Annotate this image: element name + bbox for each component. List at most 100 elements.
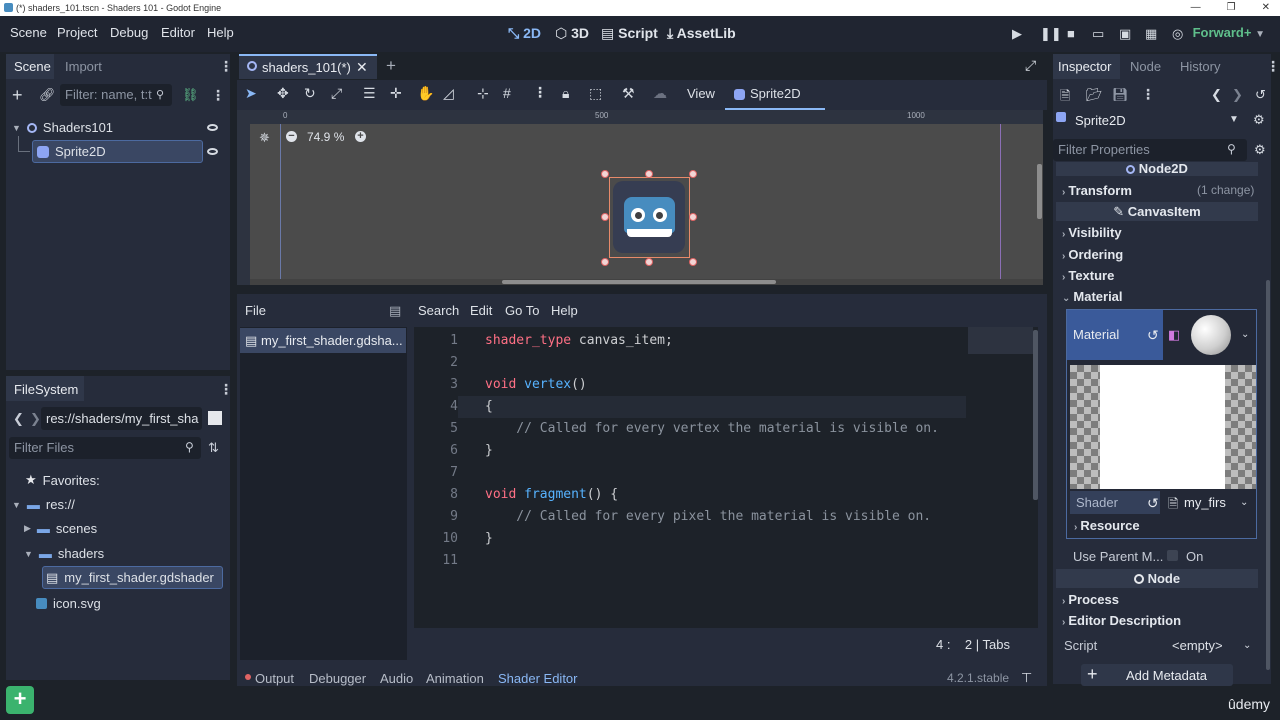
v-scrollbar-handle[interactable] xyxy=(1037,164,1042,219)
panel-splitter[interactable] xyxy=(237,289,1047,292)
tab-output[interactable]: Output xyxy=(255,671,294,686)
pivot-tool-icon[interactable]: ✛ xyxy=(390,85,402,102)
workspace-3d-button[interactable]: ⬡ 3D xyxy=(555,25,589,42)
particles-icon[interactable]: ☁ xyxy=(653,85,667,102)
close-window-button[interactable]: ✕ xyxy=(1262,0,1270,16)
folder-shaders[interactable]: ▼ ▬ shaders xyxy=(24,546,104,561)
file-my-first-shader[interactable]: ▤ my_first_shader.gdshader xyxy=(42,566,223,589)
goto-menu[interactable]: Go To xyxy=(505,303,539,318)
snap-options-icon[interactable]: ⋮ xyxy=(533,84,547,101)
code-line[interactable]: 7 xyxy=(414,462,969,484)
chevron-down-icon[interactable]: ▼ xyxy=(1229,114,1239,125)
center-view-icon[interactable]: ✵ xyxy=(259,130,270,146)
pin-panel-icon[interactable]: ⊤ xyxy=(1021,670,1032,686)
play-custom-icon[interactable]: ▦ xyxy=(1145,26,1157,42)
tab-inspector[interactable]: Inspector xyxy=(1058,59,1111,74)
property-options-icon[interactable]: ⚙ xyxy=(1254,142,1266,158)
resize-handle[interactable] xyxy=(601,213,609,221)
tab-shader-editor[interactable]: Shader Editor xyxy=(498,671,578,686)
zoom-out-icon[interactable]: − xyxy=(286,131,297,142)
edit-menu[interactable]: Edit xyxy=(470,303,492,318)
revert-icon[interactable]: ↺ xyxy=(1147,495,1159,512)
inspector-scrollbar[interactable] xyxy=(1266,280,1270,670)
play-icon[interactable]: ▶ xyxy=(1012,26,1022,42)
visibility-eye-icon[interactable] xyxy=(207,124,218,131)
layout-toggle-icon[interactable] xyxy=(208,411,222,425)
minimize-button[interactable]: — xyxy=(1191,0,1201,16)
grid-snap-icon[interactable]: # xyxy=(503,85,511,101)
tab-scene[interactable]: Scene xyxy=(14,59,51,74)
resize-handle[interactable] xyxy=(689,258,697,266)
code-minimap[interactable] xyxy=(968,327,1033,354)
workspace-2d-button[interactable]: ⤡ 2D xyxy=(508,25,541,42)
zoom-level[interactable]: 74.9 % xyxy=(307,130,344,144)
move-tool-icon[interactable]: ✥ xyxy=(277,85,289,102)
chevron-down-icon[interactable]: ⌄ xyxy=(1241,329,1249,340)
save-resource-icon[interactable]: 💾︎ xyxy=(1112,87,1129,103)
filter-properties-input[interactable]: Filter Properties xyxy=(1053,139,1247,161)
code-line[interactable]: 2 xyxy=(414,352,969,374)
code-line[interactable]: 6} xyxy=(414,440,969,462)
view-menu[interactable]: View xyxy=(687,86,715,101)
select-tool-icon[interactable]: ➤ xyxy=(245,85,257,102)
inspected-object[interactable]: Sprite2D xyxy=(1075,113,1126,128)
code-line[interactable]: 1 shader_type canvas_item; xyxy=(414,330,969,352)
tab-history[interactable]: History xyxy=(1180,59,1220,74)
resource-options-icon[interactable]: ⋮ xyxy=(1141,86,1155,103)
stop-icon[interactable]: ■ xyxy=(1067,26,1075,41)
node-context-tab[interactable]: Sprite2D xyxy=(725,80,825,110)
instance-scene-icon[interactable]: ⛓ xyxy=(182,87,199,103)
group-editor-description[interactable]: › Editor Description xyxy=(1062,613,1181,628)
sort-icon[interactable]: ⇅ xyxy=(208,440,219,456)
menu-scene[interactable]: Scene xyxy=(10,25,47,40)
new-scene-tab-icon[interactable]: + xyxy=(386,56,396,76)
movie-maker-icon[interactable]: ◎ xyxy=(1172,26,1183,42)
tab-animation[interactable]: Animation xyxy=(426,671,484,686)
add-node-icon[interactable]: + xyxy=(12,85,23,106)
bone-icon[interactable]: ⚒ xyxy=(622,85,635,102)
folder-res[interactable]: ▼ ▬ res:// xyxy=(12,497,75,512)
close-icon[interactable]: ✕ xyxy=(356,59,368,76)
rotate-tool-icon[interactable]: ↻ xyxy=(304,85,316,102)
forward-icon[interactable]: ❯ xyxy=(30,411,41,427)
material-preview-sphere[interactable] xyxy=(1191,315,1231,355)
object-properties-icon[interactable]: ⚙ xyxy=(1253,112,1265,128)
code-line[interactable]: 11 xyxy=(414,550,969,572)
group-transform[interactable]: › Transform xyxy=(1062,183,1132,198)
play-scene-icon[interactable]: ▣ xyxy=(1119,26,1131,42)
use-parent-checkbox[interactable] xyxy=(1167,550,1178,561)
ruler-tool-icon[interactable]: ◿ xyxy=(443,85,454,102)
code-line[interactable]: 8 void fragment() { xyxy=(414,484,969,506)
tab-filesystem[interactable]: FileSystem xyxy=(14,382,78,397)
group-icon[interactable]: ⬚ xyxy=(589,85,602,102)
favorites-item[interactable]: ★ Favorites: xyxy=(25,472,100,488)
group-material[interactable]: ⌄ Material xyxy=(1062,289,1123,304)
resize-handle[interactable] xyxy=(601,170,609,178)
tree-item-shaders101[interactable]: ▼ Shaders101 xyxy=(12,120,113,135)
history-forward-icon[interactable]: ❯ xyxy=(1232,87,1243,103)
sprite2d-selection[interactable] xyxy=(609,177,690,258)
remote-debug-icon[interactable]: ▭ xyxy=(1092,26,1104,42)
workspace-script-button[interactable]: ▤ Script xyxy=(601,25,658,42)
group-ordering[interactable]: › Ordering xyxy=(1062,247,1123,262)
section-canvasitem[interactable]: ✎ CanvasItem xyxy=(1056,202,1258,221)
back-icon[interactable]: ❮ xyxy=(13,411,24,427)
resize-handle[interactable] xyxy=(645,258,653,266)
h-scrollbar[interactable] xyxy=(250,279,1043,285)
new-resource-icon[interactable]: 🗎︎ xyxy=(1060,87,1070,109)
add-metadata-button[interactable]: + Add Metadata xyxy=(1081,664,1233,686)
file-menu[interactable]: File xyxy=(245,303,266,318)
shader-file-item[interactable]: ▤ my_first_shader.gdsha... xyxy=(240,328,406,353)
group-visibility[interactable]: › Visibility xyxy=(1062,225,1122,240)
maximize-button[interactable]: ❐ xyxy=(1227,0,1236,16)
code-line[interactable]: 10} xyxy=(414,528,969,550)
code-line[interactable]: 3 void vertex() xyxy=(414,374,969,396)
scene-options-icon[interactable]: ⋮ xyxy=(211,87,225,104)
inspector-dock-menu-icon[interactable]: ⋮ xyxy=(1266,58,1280,75)
lock-icon[interactable]: 🔒︎ xyxy=(562,85,569,102)
code-line[interactable]: 4{ xyxy=(414,396,969,418)
search-menu[interactable]: Search xyxy=(418,303,459,318)
distraction-free-icon[interactable]: ⤢ xyxy=(1025,57,1036,74)
group-resource[interactable]: › Resource xyxy=(1074,518,1140,533)
h-scrollbar-handle[interactable] xyxy=(502,280,776,284)
